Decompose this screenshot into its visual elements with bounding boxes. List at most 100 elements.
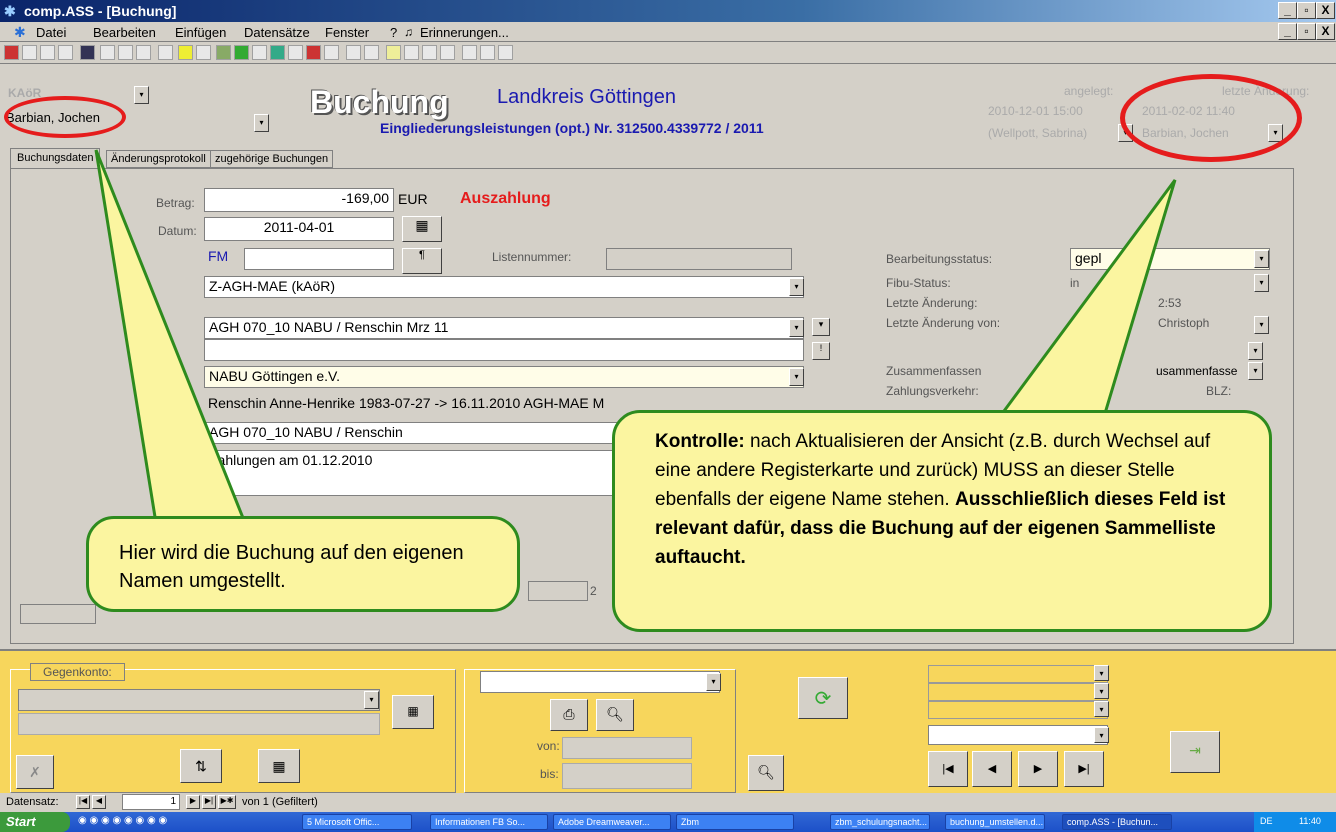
tab-buchungsdaten[interactable]: Buchungsdaten (10, 148, 101, 168)
filter-dropdown-3[interactable]: ▾ (1094, 701, 1109, 717)
filter-icon[interactable] (386, 45, 401, 60)
menu-help[interactable]: ? (390, 25, 397, 40)
letztevon-dropdown[interactable]: ▾ (1254, 316, 1269, 334)
task-zbm[interactable]: Zbm (676, 814, 794, 830)
menu-datensaetze[interactable]: Datensätze (244, 25, 310, 40)
extra-dropdown[interactable]: ▾ (1248, 342, 1263, 360)
record-new-button[interactable]: ▶✱ (218, 795, 236, 809)
cut-icon[interactable] (100, 45, 115, 60)
filter-field-4[interactable] (928, 725, 1108, 745)
nav-last-button[interactable]: ▶| (1064, 751, 1104, 787)
zahlungsempfaenger-field[interactable]: NABU Göttingen e.V. (204, 366, 804, 388)
clear-filter-button[interactable]: ✗ (16, 755, 54, 789)
window-icon[interactable] (462, 45, 477, 60)
globe-action-button[interactable]: ⟳ (798, 677, 848, 719)
print-button[interactable]: ⎙ (550, 699, 588, 731)
replace-icon[interactable] (422, 45, 437, 60)
paste-icon[interactable] (136, 45, 151, 60)
record-prev-button[interactable]: ◀ (92, 795, 106, 809)
zahlungsgrund-field-2[interactable] (204, 339, 804, 361)
doc-restore-button[interactable]: ▫ (1297, 23, 1316, 40)
record-last-button[interactable]: ▶| (202, 795, 216, 809)
table-icon[interactable] (196, 45, 211, 60)
chart-icon[interactable] (216, 45, 231, 60)
zahlungsgrund-extra-button[interactable]: ▾ (812, 318, 830, 336)
pen-icon[interactable] (288, 45, 303, 60)
restore-button[interactable]: ▫ (1297, 2, 1316, 19)
owner-dropdown[interactable]: ▾ (254, 114, 269, 132)
filter-field-2[interactable] (928, 683, 1108, 701)
nav-first-button[interactable]: |◀ (928, 751, 968, 787)
menu-bearbeiten[interactable]: Bearbeiten (93, 25, 156, 40)
sort-desc-icon[interactable] (364, 45, 379, 60)
tab-aenderungsprotokoll[interactable]: Änderungsprotokoll (106, 150, 211, 168)
gegenkonto-field[interactable] (18, 689, 380, 711)
grid-icon[interactable] (252, 45, 267, 60)
alert-button[interactable]: ! (812, 342, 830, 360)
find-button[interactable]: 🔍︎ (748, 755, 784, 791)
zahlungsgrund-dropdown[interactable]: ▾ (789, 319, 804, 337)
filter-field-3[interactable] (928, 701, 1108, 719)
zahlungsempfaenger-dropdown[interactable]: ▾ (789, 368, 804, 386)
fibu-dropdown[interactable]: ▾ (1254, 274, 1269, 292)
undo-icon[interactable] (158, 45, 173, 60)
calendar-button[interactable]: ▦ (402, 216, 442, 242)
tab-zugehoerige-buchungen[interactable]: zugehörige Buchungen (210, 150, 334, 168)
sort-button[interactable]: ⇅ (180, 749, 222, 783)
bearbeitung-dropdown[interactable]: ▾ (1254, 250, 1269, 268)
task-zbm-schulung[interactable]: zbm_schulungsnacht... (830, 814, 930, 830)
copy-icon[interactable] (118, 45, 133, 60)
bis-field[interactable] (562, 763, 692, 789)
nav-prev-button[interactable]: ◀ (972, 751, 1012, 787)
form-icon[interactable] (234, 45, 249, 60)
table-view-button[interactable]: ▦ (258, 749, 300, 783)
print-icon[interactable] (22, 45, 37, 60)
close-button[interactable]: X (1316, 2, 1335, 19)
zusammen-dropdown[interactable]: ▾ (1248, 362, 1263, 380)
book-icon[interactable] (306, 45, 321, 60)
nav-next-button[interactable]: ▶ (1018, 751, 1058, 787)
task-buchung-umstellen[interactable]: buchung_umstellen.d... (945, 814, 1045, 830)
filter-dropdown-2[interactable]: ▾ (1094, 683, 1109, 699)
sort-asc-icon[interactable] (346, 45, 361, 60)
globe-icon[interactable] (270, 45, 285, 60)
kasse-dropdown[interactable]: ▾ (134, 86, 149, 104)
filter-dropdown-1[interactable]: ▾ (1094, 665, 1109, 681)
report-dropdown[interactable]: ▾ (706, 673, 721, 691)
gegenkonto-dropdown[interactable]: ▾ (364, 691, 379, 709)
nummer-field[interactable] (244, 248, 394, 270)
filter-field-1[interactable] (928, 665, 1108, 683)
tool-icon[interactable] (440, 45, 455, 60)
menu-einfuegen[interactable]: Einfügen (175, 25, 226, 40)
doc-close-button[interactable]: X (1316, 23, 1335, 40)
start-button[interactable]: Start (0, 812, 70, 832)
datum-field[interactable]: 2011-04-01 (204, 217, 394, 241)
betrag-field[interactable]: -169,00 (204, 188, 394, 212)
zahlungsgrund-field[interactable]: AGH 070_10 NABU / Renschin Mrz 11 (204, 317, 804, 339)
tools-icon[interactable] (324, 45, 339, 60)
gegenkonto-calc-button[interactable]: ▦ (392, 695, 434, 729)
task-informationen[interactable]: Informationen FB So... (430, 814, 548, 830)
record-current-field[interactable]: 1 (122, 794, 180, 810)
listennummer-field[interactable] (606, 248, 792, 270)
exit-button[interactable]: ⇥ (1170, 731, 1220, 773)
record-first-button[interactable]: |◀ (76, 795, 90, 809)
preview-icon[interactable] (40, 45, 55, 60)
minimize-button[interactable]: _ (1278, 2, 1297, 19)
menu-erinnerungen[interactable]: Erinnerungen... (420, 25, 509, 40)
task-compass[interactable]: comp.ASS - [Buchun... (1062, 814, 1172, 830)
save-icon[interactable] (80, 45, 95, 60)
filter-dropdown-4[interactable]: ▾ (1094, 727, 1109, 743)
kategorie-field[interactable]: Z-AGH-MAE (kAöR) (204, 276, 804, 298)
doc-minimize-button[interactable]: _ (1278, 23, 1297, 40)
find-icon[interactable] (404, 45, 419, 60)
menu-datei[interactable]: Datei (36, 25, 66, 40)
menu-fenster[interactable]: Fenster (325, 25, 369, 40)
kategorie-dropdown[interactable]: ▾ (789, 278, 804, 296)
grid2-icon[interactable] (480, 45, 495, 60)
report-field[interactable] (480, 671, 720, 693)
help-icon[interactable] (498, 45, 513, 60)
spell-icon[interactable] (58, 45, 73, 60)
record-next-button[interactable]: ▶ (186, 795, 200, 809)
preview-button[interactable]: 🔍︎ (596, 699, 634, 731)
